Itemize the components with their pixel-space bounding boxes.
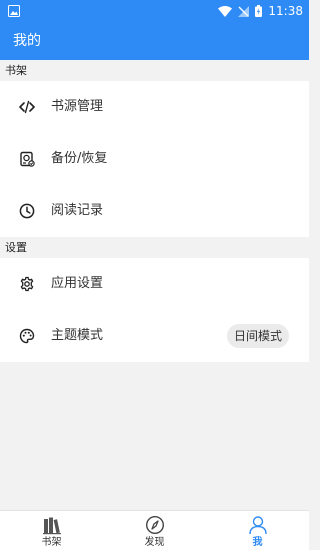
bookshelf-icon bbox=[42, 515, 62, 535]
menu-item-backup-restore[interactable]: 备份/恢复 bbox=[0, 133, 309, 185]
person-icon bbox=[248, 515, 268, 535]
no-signal-icon bbox=[238, 5, 250, 17]
tab-me[interactable]: 我 bbox=[206, 511, 309, 550]
gear-icon bbox=[19, 276, 35, 292]
settings-panel: 应用设置 主题模式 日间模式 bbox=[0, 258, 309, 362]
menu-item-label: 应用设置 bbox=[51, 276, 104, 291]
tab-label: 发现 bbox=[144, 537, 165, 548]
tab-label: 书架 bbox=[41, 537, 62, 548]
tab-discover[interactable]: 发现 bbox=[103, 511, 206, 550]
menu-item-app-settings[interactable]: 应用设置 bbox=[0, 258, 309, 310]
menu-item-label: 书源管理 bbox=[51, 99, 104, 114]
status-bar: 11:38 bbox=[0, 0, 309, 22]
image-notification-icon bbox=[8, 5, 20, 17]
bookshelf-panel: 书源管理 备份/恢复 阅读记录 bbox=[0, 81, 309, 237]
clock-icon bbox=[19, 203, 35, 219]
theme-mode-value: 日间模式 bbox=[226, 324, 289, 348]
wifi-icon bbox=[218, 5, 233, 17]
tab-label: 我 bbox=[252, 537, 263, 548]
menu-item-theme-mode[interactable]: 主题模式 日间模式 bbox=[0, 310, 309, 362]
palette-icon bbox=[19, 328, 35, 344]
backup-icon bbox=[19, 151, 35, 167]
menu-item-source-management[interactable]: 书源管理 bbox=[0, 81, 309, 133]
app-bar: 我的 bbox=[0, 22, 309, 60]
page-title: 我的 bbox=[13, 33, 41, 49]
menu-item-label: 备份/恢复 bbox=[51, 151, 108, 166]
bottom-navigation: 书架 发现 我 bbox=[0, 510, 309, 550]
section-header-bookshelf: 书架 bbox=[0, 60, 309, 81]
menu-item-label: 阅读记录 bbox=[51, 203, 104, 218]
battery-charging-icon bbox=[255, 5, 263, 17]
tab-bookshelf[interactable]: 书架 bbox=[0, 511, 103, 550]
compass-icon bbox=[145, 515, 165, 535]
menu-item-reading-history[interactable]: 阅读记录 bbox=[0, 185, 309, 237]
code-icon bbox=[19, 99, 35, 115]
menu-item-label: 主题模式 bbox=[51, 328, 104, 343]
section-header-settings: 设置 bbox=[0, 237, 309, 258]
status-time: 11:38 bbox=[268, 4, 303, 18]
